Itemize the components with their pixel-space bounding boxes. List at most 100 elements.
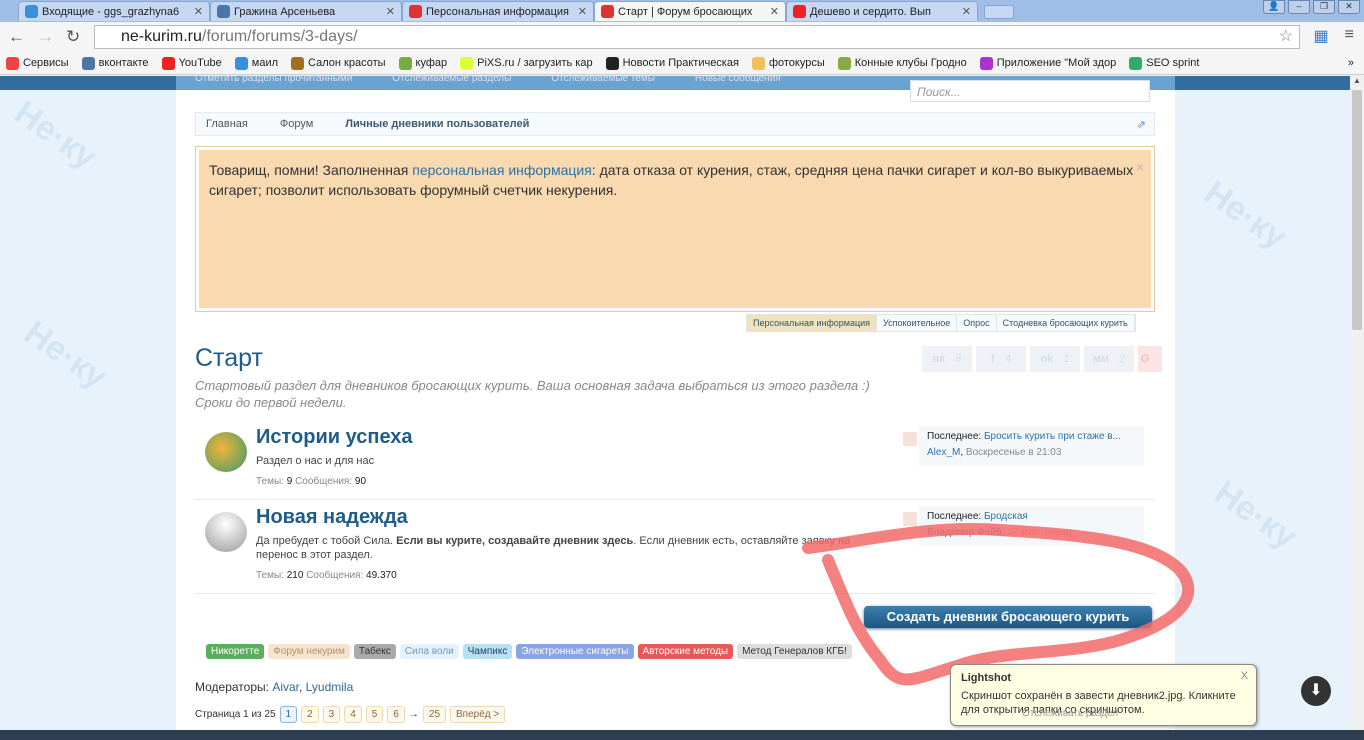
- tag[interactable]: Авторские методы: [637, 644, 734, 659]
- notice-tab[interactable]: Персональная информация: [747, 315, 878, 331]
- nav-link[interactable]: Отслеживаемые разделы: [392, 76, 511, 84]
- tag[interactable]: Форум некурим: [268, 644, 350, 659]
- breadcrumb-current[interactable]: Личные дневники пользователей: [345, 118, 529, 130]
- back-icon[interactable]: ←: [8, 27, 25, 47]
- close-tab-icon[interactable]: ✕: [770, 5, 779, 18]
- bookmark[interactable]: вконтакте: [81, 56, 149, 70]
- share-button[interactable]: мм 2: [1084, 346, 1134, 372]
- tag-list: Никоретте Форум некурим Табекс Сила воли Чам…: [206, 644, 852, 659]
- create-diary-button[interactable]: Создать дневник бросающего курить: [864, 606, 1152, 628]
- share-button[interactable]: G: [1138, 346, 1162, 372]
- bookmark[interactable]: SEO sprint: [1129, 56, 1199, 70]
- share-button[interactable]: f4: [976, 346, 1026, 372]
- nav-link[interactable]: Отметить разделы прочитанными: [195, 76, 352, 84]
- scrollbar[interactable]: ▲: [1350, 76, 1364, 730]
- tab[interactable]: Персональная информация ✕: [402, 1, 594, 21]
- forum-title-link[interactable]: Новая надежда: [256, 506, 408, 529]
- share-icon: мм: [1092, 353, 1110, 365]
- tag[interactable]: Никоретте: [206, 644, 265, 659]
- personal-info-link[interactable]: персональная информация: [412, 162, 592, 178]
- page-link[interactable]: 1: [279, 706, 298, 723]
- bookmark[interactable]: PiXS.ru / загрузить кар: [460, 56, 593, 70]
- bookmark[interactable]: Сервисы: [6, 56, 69, 70]
- tab[interactable]: Входящие - ggs_grazhyna6 ✕: [18, 1, 210, 21]
- more-bookmarks-icon[interactable]: »: [1348, 57, 1354, 69]
- bookmark-icon: [460, 56, 474, 70]
- menu-icon[interactable]: ≡: [1345, 26, 1354, 46]
- page-link[interactable]: 2: [301, 706, 319, 723]
- scrollbar-thumb[interactable]: [1352, 90, 1362, 330]
- minimize-button[interactable]: –: [1288, 0, 1310, 14]
- notice-tab[interactable]: Успокоительное: [877, 315, 958, 331]
- close-icon[interactable]: ×: [1136, 157, 1144, 177]
- notice-tab[interactable]: Опрос: [957, 315, 997, 331]
- scroll-up-icon[interactable]: ▲: [1353, 76, 1361, 85]
- bookmark[interactable]: маил: [234, 56, 278, 70]
- rss-icon[interactable]: [903, 432, 917, 446]
- bookmark[interactable]: куфар: [398, 56, 447, 70]
- calendar-icon[interactable]: ▦: [1314, 26, 1329, 46]
- taskbar: [0, 730, 1364, 740]
- tag[interactable]: Электронные сигареты: [516, 644, 634, 659]
- page-link[interactable]: 4: [344, 706, 362, 723]
- close-icon[interactable]: X: [1241, 669, 1248, 683]
- bookmark[interactable]: Новости Практическая: [605, 56, 739, 70]
- new-tab-button[interactable]: [984, 5, 1014, 19]
- address-bar[interactable]: ne-kurim.ru/forum/forums/3-days/☆: [94, 25, 1300, 49]
- bookmark-label: YouTube: [178, 57, 222, 69]
- bookmark-star-icon[interactable]: ☆: [1279, 26, 1293, 48]
- share-count: 1: [1063, 353, 1070, 365]
- background-pattern: Не·ку: [7, 93, 104, 177]
- watch-forum-link[interactable]: Отслеживать раздел: [1022, 708, 1118, 719]
- nav-link[interactable]: Отслеживаемые темы: [551, 76, 655, 84]
- bookmark-icon: [751, 56, 765, 70]
- share-icon: ok: [1040, 353, 1054, 365]
- page-link[interactable]: 6: [387, 706, 405, 723]
- tab[interactable]: Гражина Арсеньева ✕: [210, 1, 402, 21]
- bookmark[interactable]: Конные клубы Гродно: [837, 56, 967, 70]
- tab[interactable]: Дешево и сердито. Вып ✕: [786, 1, 978, 21]
- close-window-button[interactable]: ✕: [1338, 0, 1360, 14]
- pagination: Страница 1 из 25 1 2 3 4 5 6 → 25 Вперёд >: [195, 706, 506, 723]
- close-tab-icon[interactable]: ✕: [386, 5, 395, 18]
- tag[interactable]: Чампикс: [462, 644, 513, 659]
- bookmark[interactable]: YouTube: [161, 56, 222, 70]
- share-button[interactable]: ok 1: [1030, 346, 1080, 372]
- page-link-last[interactable]: 25: [422, 706, 447, 723]
- scroll-down-button[interactable]: ⬇: [1301, 676, 1331, 706]
- tag[interactable]: Метод Генералов КГБ!: [737, 644, 852, 659]
- bookmark-label: Новости Практическая: [622, 57, 739, 69]
- nav-link[interactable]: Новые сообщения: [695, 76, 781, 84]
- next-page-link[interactable]: Вперёд >: [450, 706, 506, 723]
- tag[interactable]: Табекс: [353, 644, 396, 659]
- forum-title-link[interactable]: Истории успеха: [256, 426, 413, 449]
- breadcrumb-home[interactable]: Главная: [206, 118, 248, 130]
- bookmark[interactable]: фотокурсы: [751, 56, 825, 70]
- bookmark-label: Конные клубы Гродно: [854, 57, 967, 69]
- no-smoking-icon: [601, 5, 614, 18]
- page-link[interactable]: 5: [365, 706, 384, 723]
- rss-icon[interactable]: [903, 512, 917, 526]
- restore-button[interactable]: ❐: [1313, 0, 1335, 14]
- mail-icon: [25, 5, 38, 18]
- bookmark-label: вконтакте: [98, 57, 149, 69]
- reload-icon[interactable]: ↻: [66, 27, 80, 47]
- divider: [195, 593, 1155, 594]
- close-tab-icon[interactable]: ✕: [962, 5, 971, 18]
- forward-icon[interactable]: →: [37, 27, 54, 47]
- share-button[interactable]: вк 6: [922, 346, 972, 372]
- page-link[interactable]: 3: [322, 706, 341, 723]
- close-tab-icon[interactable]: ✕: [578, 5, 587, 18]
- tab[interactable]: Старт | Форум бросающих ✕: [594, 1, 786, 21]
- external-link-icon[interactable]: ⇗: [1137, 118, 1146, 131]
- tag[interactable]: Сила воли: [399, 644, 459, 659]
- bookmark[interactable]: Салон красоты: [291, 56, 386, 70]
- breadcrumb-forum[interactable]: Форум: [280, 118, 313, 130]
- user-button[interactable]: 👤: [1263, 0, 1285, 14]
- page: Не·ку Не·ку Не·ку Не·ку Отметить разделы…: [0, 76, 1350, 730]
- search-input[interactable]: Поиск...: [910, 80, 1150, 102]
- share-count: 2: [1119, 353, 1126, 365]
- close-tab-icon[interactable]: ✕: [194, 5, 203, 18]
- notice-tab[interactable]: Стодневка бросающих курить: [996, 315, 1135, 331]
- bookmark[interactable]: Приложение "Мой здор: [979, 56, 1116, 70]
